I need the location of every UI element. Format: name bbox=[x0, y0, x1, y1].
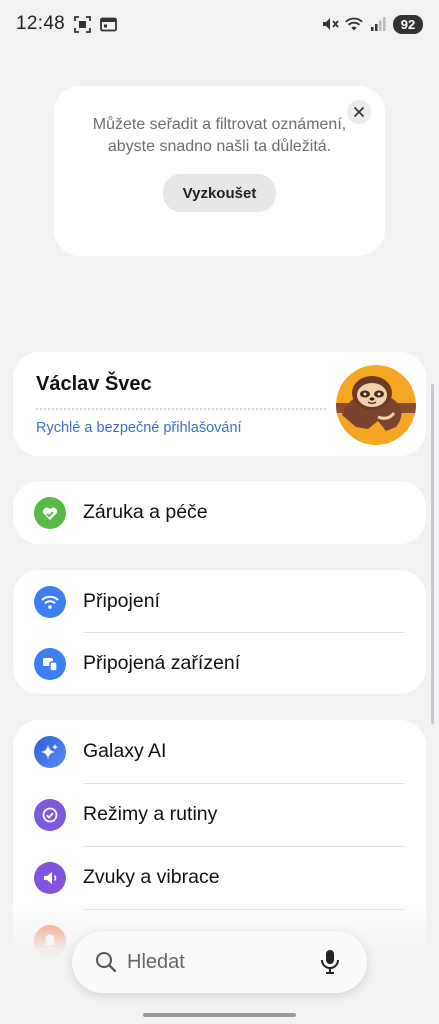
mute-icon bbox=[321, 15, 339, 33]
settings-item-label: Záruka a péče bbox=[83, 501, 208, 523]
gesture-bar[interactable] bbox=[143, 1013, 296, 1017]
close-icon[interactable] bbox=[347, 100, 371, 124]
screenshot-icon bbox=[73, 15, 91, 33]
search-bar[interactable]: Hledat bbox=[72, 931, 367, 993]
speaker-icon bbox=[34, 861, 66, 894]
devices-icon bbox=[34, 647, 66, 680]
settings-item-modes-routines[interactable]: Režimy a rutiny bbox=[13, 783, 426, 846]
mic-icon[interactable] bbox=[319, 949, 341, 975]
scrollbar[interactable] bbox=[431, 384, 434, 724]
settings-item-galaxy-ai[interactable]: Galaxy AI bbox=[13, 720, 426, 783]
settings-item-label: Připojení bbox=[83, 590, 160, 612]
calendar-icon bbox=[99, 15, 117, 33]
wifi-icon bbox=[34, 585, 66, 618]
signal-icon bbox=[369, 15, 387, 33]
settings-item-label: Režimy a rutiny bbox=[83, 803, 218, 825]
settings-item-label: Zvuky a vibrace bbox=[83, 866, 220, 888]
settings-item-care[interactable]: Záruka a péče bbox=[13, 481, 426, 544]
settings-item-label: Připojená zařízení bbox=[83, 652, 241, 674]
check-circle-icon bbox=[34, 798, 66, 831]
care-heart-icon bbox=[34, 496, 66, 529]
tip-card: Můžete seřadit a filtrovat oznámení, aby… bbox=[54, 86, 385, 256]
wifi-icon bbox=[345, 15, 363, 33]
search-icon bbox=[94, 950, 118, 974]
sparkle-icon bbox=[34, 735, 66, 768]
settings-item-connected-devices[interactable]: Připojená zařízení bbox=[13, 632, 426, 695]
account-divider bbox=[36, 408, 326, 410]
connections-group: Připojení Připojená zařízení bbox=[13, 570, 426, 694]
account-subtitle[interactable]: Rychlé a bezpečné přihlašování bbox=[36, 420, 242, 436]
battery-indicator: 92 bbox=[393, 14, 423, 34]
account-name: Václav Švec bbox=[36, 373, 152, 395]
settings-item-label: Galaxy AI bbox=[83, 740, 167, 762]
settings-item-connections[interactable]: Připojení bbox=[13, 570, 426, 633]
sloth-avatar[interactable] bbox=[336, 365, 416, 445]
status-time: 12:48 bbox=[16, 13, 66, 34]
tip-text: Můžete seřadit a filtrovat oznámení, aby… bbox=[92, 116, 347, 155]
account-card[interactable]: Václav Švec Rychlé a bezpečné přihlašová… bbox=[13, 352, 426, 456]
try-button[interactable]: Vyzkoušet bbox=[162, 174, 277, 212]
status-bar: 12:48 92 bbox=[0, 0, 439, 48]
search-input[interactable]: Hledat bbox=[127, 951, 185, 974]
care-group: Záruka a péče bbox=[13, 481, 426, 544]
